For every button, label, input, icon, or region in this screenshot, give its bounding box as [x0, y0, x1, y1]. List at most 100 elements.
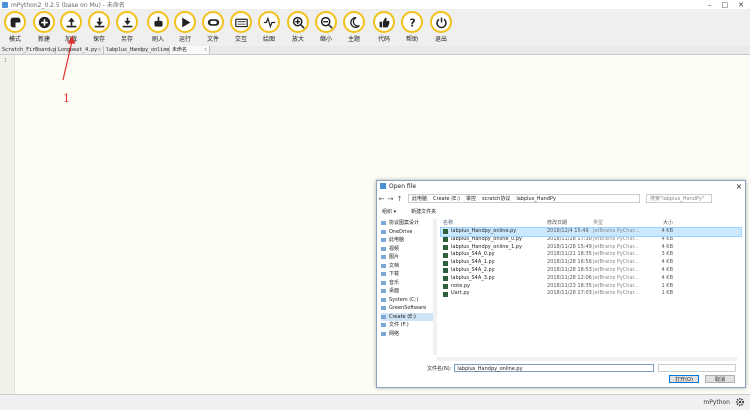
back-arrow-icon[interactable]: ←	[377, 195, 386, 203]
file-row[interactable]: labplus_S4A_0.py 2018/11/21 18:35 JetBra…	[441, 251, 741, 259]
code-button[interactable]: 代码	[371, 11, 397, 43]
tab-close-icon[interactable]: ×	[50, 46, 53, 54]
help-button[interactable]: ? 帮助	[399, 11, 425, 43]
download-icon	[381, 272, 386, 277]
run-button[interactable]: 运行	[172, 11, 198, 43]
file-row[interactable]: labplus_S4A_3.py 2018/11/28 12:06 JetBra…	[441, 275, 741, 283]
nav-item[interactable]: GreenSoftware	[381, 304, 433, 313]
breadcrumb-item[interactable]: scratch协议	[482, 195, 510, 202]
plotter-button[interactable]: 绘图	[256, 11, 282, 43]
drive-icon	[381, 314, 386, 319]
quit-icon	[435, 17, 447, 28]
nav-item[interactable]: Create (E:)	[381, 312, 433, 321]
nav-item[interactable]: 桌面	[381, 287, 433, 296]
tab-close-icon[interactable]: ×	[98, 46, 101, 54]
load-button[interactable]: 加载	[58, 11, 84, 43]
dialog-title-bar: Open file ×	[377, 181, 745, 191]
file-row[interactable]: Uart.py 2018/11/28 17:03 JetBrains PyCha…	[441, 290, 741, 298]
column-type[interactable]: 类型	[593, 219, 643, 227]
zoom-in-button[interactable]: 放大	[285, 11, 311, 43]
file-type-select[interactable]	[658, 364, 737, 372]
tab-labplus-handpy-online[interactable]: labplus_Handpy_online.py ×	[104, 46, 178, 54]
nav-scrollbar[interactable]	[433, 219, 437, 355]
status-bar: mPython	[0, 394, 750, 410]
save-as-button[interactable]: 另存	[114, 11, 140, 43]
gear-icon[interactable]	[735, 397, 745, 407]
music-icon	[381, 280, 386, 285]
cancel-button[interactable]: 取消	[705, 375, 735, 383]
column-size[interactable]: 大小	[643, 219, 673, 227]
mode-icon	[10, 17, 20, 27]
python-file-icon	[443, 260, 448, 266]
nav-item[interactable]: 下载	[381, 270, 433, 279]
column-date[interactable]: 修改日期	[547, 219, 593, 227]
theme-icon	[349, 16, 360, 28]
repl-icon	[234, 18, 248, 27]
annotation-label-1: 1	[63, 92, 70, 105]
file-row[interactable]: labplus_Handpy_online.py 2018/12/4 15:49…	[440, 227, 742, 237]
new-folder-button[interactable]: 新建文件夹	[411, 208, 436, 215]
file-row[interactable]: note.py 2018/11/23 18:35 JetBrains PyCha…	[441, 283, 741, 291]
organize-button[interactable]: 组织 ▾	[382, 208, 396, 215]
mode-status: mPython	[703, 399, 730, 406]
breadcrumb-item[interactable]: 此电脑	[412, 195, 427, 202]
open-button[interactable]: 打开(O)	[669, 375, 699, 383]
tab-longbeat[interactable]: Longbeat_4.py ×	[56, 46, 104, 54]
flash-button[interactable]: 刷入	[145, 11, 171, 43]
filename-row: 文件名(N): labplus_Handpy_online.py	[377, 362, 745, 374]
breadcrumb-item[interactable]: Create (E:)	[433, 196, 460, 202]
nav-item[interactable]: 网络	[381, 330, 433, 339]
nav-item[interactable]: 音乐	[381, 279, 433, 288]
nav-item[interactable]: 协议图案设计	[381, 219, 433, 228]
breadcrumb-item[interactable]: 掌控	[466, 195, 476, 202]
breadcrumb[interactable]: 此电脑 Create (E:) 掌控 scratch协议 labplus_Han…	[408, 194, 640, 203]
up-arrow-icon[interactable]: ↑	[395, 195, 404, 203]
nav-item[interactable]: 文件 (F:)	[381, 321, 433, 330]
file-row[interactable]: labplus_S4A_2.py 2018/11/28 18:53 JetBra…	[441, 267, 741, 275]
tab-bar: Scratch_FirBoard.py × Longbeat_4.py × labp…	[0, 46, 750, 55]
nav-item[interactable]: OneDrive	[381, 228, 433, 237]
nav-item[interactable]: 视频	[381, 245, 433, 254]
close-icon[interactable]: ✕	[738, 1, 744, 9]
command-bar: 组织 ▾ 新建文件夹	[377, 206, 745, 216]
load-icon	[66, 17, 76, 27]
minimize-icon[interactable]: –	[708, 1, 712, 9]
nav-item[interactable]: 文档	[381, 262, 433, 271]
forward-arrow-icon[interactable]: →	[386, 195, 395, 203]
help-icon: ?	[409, 17, 415, 28]
maximize-icon[interactable]: □	[722, 1, 729, 9]
zoom-out-button[interactable]: 缩小	[313, 11, 339, 43]
new-button[interactable]: 新建	[31, 11, 57, 43]
search-input[interactable]: 搜索"labplus_HandPy"	[646, 194, 712, 203]
repl-button[interactable]: 交互	[228, 11, 254, 43]
save-button[interactable]: 保存	[86, 11, 112, 43]
mode-button[interactable]: 模式	[2, 11, 28, 43]
tab-close-icon[interactable]: ×	[164, 46, 167, 54]
line-gutter: 1	[0, 55, 15, 394]
column-name[interactable]: 名称	[441, 219, 547, 227]
tab-scratch-firboard[interactable]: Scratch_FirBoard.py ×	[0, 46, 59, 54]
nav-item[interactable]: 图片	[381, 253, 433, 262]
dialog-close-icon[interactable]: ×	[733, 182, 745, 191]
app-icon	[2, 1, 8, 8]
line-number: 1	[4, 58, 8, 64]
python-file-icon	[443, 268, 448, 274]
tab-untitled[interactable]: 未命名 ×	[170, 46, 210, 54]
filename-input[interactable]: labplus_Handpy_online.py	[454, 364, 655, 372]
window-controls: – □ ✕	[708, 1, 750, 9]
file-list: 名称 修改日期 类型 大小 labplus_Handpy_online.py 2…	[440, 219, 742, 355]
file-row[interactable]: labplus_Handpy_online_1.py 2018/11/28 15…	[441, 244, 741, 252]
file-row[interactable]: labplus_S4A_1.py 2018/11/28 16:56 JetBra…	[441, 259, 741, 267]
file-list-scrollbar[interactable]	[437, 357, 737, 361]
theme-button[interactable]: 主题	[341, 11, 367, 43]
nav-item[interactable]: 此电脑	[381, 236, 433, 245]
code-icon	[379, 17, 389, 27]
save-icon	[94, 17, 104, 27]
file-row[interactable]: labplus_Handpy_online_0.py 2018/11/28 17…	[441, 236, 741, 244]
nav-item[interactable]: System (C:)	[381, 296, 433, 305]
files-button[interactable]: 文件	[200, 11, 226, 43]
tab-close-icon[interactable]: ×	[204, 46, 207, 54]
breadcrumb-item[interactable]: labplus_HandPy	[516, 196, 556, 202]
quit-button[interactable]: 退出	[428, 11, 454, 43]
folder-icon	[381, 221, 386, 226]
